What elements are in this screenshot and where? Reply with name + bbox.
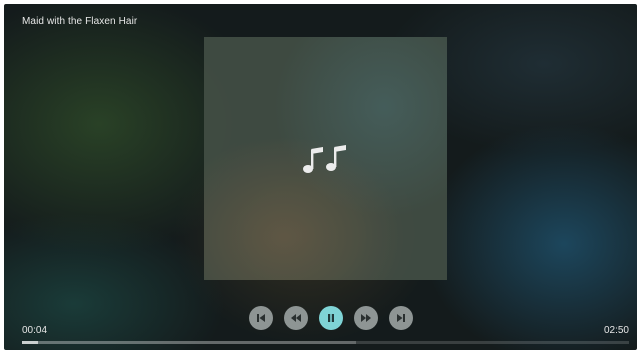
skip-previous-icon: [257, 314, 265, 322]
media-player: Maid with the Flaxen Hair 00:04 02:50: [4, 4, 637, 350]
current-time: 00:04: [22, 325, 48, 336]
app-frame: Maid with the Flaxen Hair 00:04 02:50: [0, 0, 641, 354]
seek-progress: [22, 341, 39, 344]
skip-previous-button[interactable]: [249, 306, 273, 330]
pause-button[interactable]: [319, 306, 343, 330]
fast-forward-icon: [361, 314, 371, 322]
track-title: Maid with the Flaxen Hair: [22, 16, 138, 27]
seek-bar[interactable]: [22, 341, 629, 344]
rewind-button[interactable]: [284, 306, 308, 330]
skip-next-button[interactable]: [389, 306, 413, 330]
seek-buffered: [22, 341, 356, 344]
total-time: 02:50: [603, 325, 629, 336]
playback-controls: [249, 306, 414, 330]
fast-forward-button[interactable]: [354, 306, 378, 330]
rewind-icon: [291, 314, 301, 322]
music-notes-icon: [302, 144, 346, 173]
album-art: [204, 37, 447, 280]
skip-next-icon: [397, 314, 405, 322]
pause-icon: [328, 314, 334, 322]
